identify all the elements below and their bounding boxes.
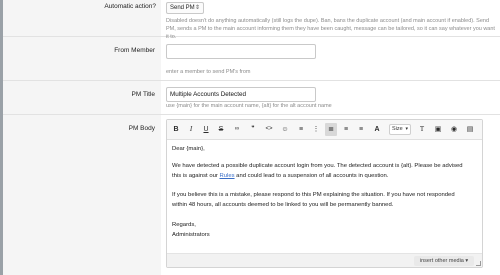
from-member-label: From Member xyxy=(114,47,155,54)
code-icon[interactable]: <> xyxy=(263,123,275,136)
insert-media-button[interactable]: insert other media ▾ xyxy=(414,256,474,266)
quote-icon[interactable]: ❞ xyxy=(247,123,259,136)
image-icon[interactable]: ▣ xyxy=(432,123,444,136)
italic-icon[interactable]: I xyxy=(185,123,197,136)
emoji-icon[interactable]: ☺ xyxy=(279,123,291,136)
paragraph-text: this is against our xyxy=(172,173,220,179)
automatic-action-select[interactable]: Send PM ⇕ xyxy=(166,2,204,14)
rules-link[interactable]: Rules xyxy=(219,173,234,179)
source-icon[interactable]: ▤ xyxy=(464,123,476,136)
font-size-select[interactable]: Size ▾ xyxy=(389,124,411,135)
numbered-list-icon[interactable]: ⋮ xyxy=(310,123,322,136)
clear-format-icon[interactable]: T xyxy=(416,123,428,136)
editor-toolbar: B I U S ∞ ❞ <> ☺ ≡ ⋮ ≣ ≡ ≡ A Size ▾ T ▣ … xyxy=(167,120,482,140)
greeting-line: Dear {main}, xyxy=(172,146,205,152)
bullet-list-icon[interactable]: ≡ xyxy=(295,123,307,136)
signature-line: Administrators xyxy=(172,232,210,238)
paragraph-line: We have detected a possible duplicate ac… xyxy=(172,163,463,169)
align-left-icon[interactable]: ≣ xyxy=(325,123,337,136)
label-column xyxy=(3,0,161,275)
align-right-icon[interactable]: ≡ xyxy=(355,123,367,136)
paragraph-line: this is against our Rules and could lead… xyxy=(172,172,477,181)
preview-icon[interactable]: ◉ xyxy=(448,123,460,136)
automatic-action-description: Disabled doesn't do anything automatical… xyxy=(166,18,495,40)
chevron-down-icon: ⇕ xyxy=(194,5,200,11)
chevron-down-icon: ▾ xyxy=(405,126,408,132)
from-member-description: enter a member to send PM's from xyxy=(166,69,251,75)
pm-title-label: PM Title xyxy=(131,91,155,98)
font-color-icon[interactable]: A xyxy=(371,123,383,136)
strikethrough-icon[interactable]: S xyxy=(215,123,227,136)
paragraph-text: and could lead to a suspension of all ac… xyxy=(234,173,389,179)
from-member-input[interactable] xyxy=(166,44,316,59)
bold-icon[interactable]: B xyxy=(170,123,182,136)
automatic-action-value: Send PM xyxy=(170,5,195,11)
divider xyxy=(3,80,500,81)
paragraph-line: within 48 hours, all accounts deemed to … xyxy=(172,202,394,208)
settings-form: Automatic action? Send PM ⇕ Disabled doe… xyxy=(0,0,500,275)
link-icon[interactable]: ∞ xyxy=(231,123,243,136)
pm-body-label: PM Body xyxy=(128,125,155,132)
signature-line: Regards, xyxy=(172,222,196,228)
automatic-action-label: Automatic action? xyxy=(104,3,156,10)
underline-icon[interactable]: U xyxy=(200,123,212,136)
divider xyxy=(3,114,500,115)
editor-footer: insert other media ▾ xyxy=(167,253,482,267)
pm-title-input[interactable]: Multiple Accounts Detected xyxy=(166,87,316,102)
resize-handle[interactable] xyxy=(476,261,481,266)
font-size-label: Size xyxy=(392,126,403,132)
pm-body-editor[interactable]: B I U S ∞ ❞ <> ☺ ≡ ⋮ ≣ ≡ ≡ A Size ▾ T ▣ … xyxy=(166,119,483,268)
pm-title-description: use {main} for the main account name, {a… xyxy=(166,103,332,109)
paragraph-line: If you believe this is a mistake, please… xyxy=(172,192,455,198)
align-center-icon[interactable]: ≡ xyxy=(340,123,352,136)
